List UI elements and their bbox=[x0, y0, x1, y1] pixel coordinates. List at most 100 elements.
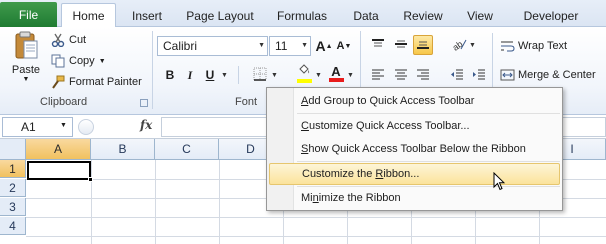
wrap-text-button[interactable]: Wrap Text bbox=[499, 36, 567, 56]
mouse-pointer-icon bbox=[493, 171, 506, 194]
font-color-bar bbox=[328, 77, 344, 82]
tab-view[interactable]: View bbox=[460, 5, 500, 27]
grow-font-icon: A bbox=[315, 38, 326, 54]
tab-review[interactable]: Review bbox=[398, 5, 448, 27]
menu-item-customize-qat[interactable]: Customize Quick Access Toolbar... bbox=[269, 115, 560, 137]
underline-button[interactable]: U bbox=[200, 65, 220, 85]
orientation-button[interactable]: ab bbox=[449, 35, 469, 55]
italic-button[interactable]: I bbox=[180, 65, 200, 85]
underline-dropdown-icon[interactable]: ▼ bbox=[221, 72, 228, 79]
row-header[interactable]: 4 bbox=[0, 217, 26, 235]
fill-color-dropdown-icon[interactable]: ▼ bbox=[315, 72, 322, 79]
paint-bucket-icon bbox=[297, 63, 311, 79]
copy-button[interactable]: Copy ▼ bbox=[50, 52, 106, 70]
menu-item-add-group-to-qat[interactable]: Add Group to Quick Access Toolbar bbox=[269, 90, 560, 112]
increase-indent-button[interactable] bbox=[469, 65, 489, 85]
font-divider bbox=[238, 66, 239, 84]
copy-label: Copy bbox=[69, 55, 95, 67]
decrease-indent-icon bbox=[450, 68, 464, 83]
font-name-value: Calibri bbox=[163, 39, 198, 53]
top-align-button[interactable] bbox=[368, 35, 388, 55]
svg-text:ab: ab bbox=[451, 38, 465, 50]
font-name-dropdown-icon[interactable]: ▼ bbox=[258, 42, 265, 49]
menu-item-label: Minimize the Ribbon bbox=[301, 192, 401, 204]
increase-indent-icon bbox=[472, 68, 486, 83]
cut-label: Cut bbox=[69, 34, 87, 46]
fill-color-bar bbox=[296, 78, 312, 83]
fill-handle[interactable] bbox=[88, 177, 93, 182]
tab-formulas[interactable]: Formulas bbox=[271, 5, 333, 27]
font-size-dropdown-icon[interactable]: ▼ bbox=[301, 42, 308, 49]
menu-item-customize-ribbon[interactable]: Customize the Ribbon... bbox=[269, 163, 560, 185]
insert-function-icon[interactable]: fx bbox=[140, 118, 152, 132]
gridline bbox=[155, 160, 156, 244]
merge-center-icon bbox=[499, 68, 516, 82]
align-right-button[interactable] bbox=[413, 65, 433, 85]
format-painter-button[interactable]: Format Painter bbox=[50, 73, 142, 91]
paintbrush-icon bbox=[50, 75, 66, 89]
merge-center-button[interactable]: Merge & Center bbox=[499, 65, 596, 85]
menu-item-label: Show Quick Access Toolbar Below the Ribb… bbox=[301, 143, 526, 155]
clipboard-dialog-launcher[interactable] bbox=[140, 99, 148, 107]
paste-dropdown-icon[interactable]: ▼ bbox=[23, 76, 30, 83]
gridline bbox=[219, 160, 220, 244]
menu-item-minimize-ribbon[interactable]: Minimize the Ribbon bbox=[269, 187, 560, 209]
align-center-button[interactable] bbox=[391, 65, 411, 85]
row-header[interactable]: 2 bbox=[0, 179, 26, 197]
row-header[interactable]: 1 bbox=[0, 160, 26, 178]
tab-home[interactable]: Home bbox=[61, 3, 116, 28]
select-all-corner[interactable] bbox=[0, 139, 26, 160]
name-box-dropdown-icon[interactable]: ▼ bbox=[60, 122, 67, 129]
merge-center-label: Merge & Center bbox=[518, 69, 596, 81]
menu-item-label: Customize the Ribbon... bbox=[302, 168, 420, 180]
menu-item-show-qat-below[interactable]: Show Quick Access Toolbar Below the Ribb… bbox=[269, 138, 560, 160]
active-cell-a1[interactable] bbox=[27, 161, 91, 180]
fill-color-button[interactable] bbox=[294, 63, 314, 83]
cut-button[interactable]: Cut bbox=[50, 31, 86, 49]
tab-file[interactable]: File bbox=[0, 2, 57, 27]
paste-button[interactable]: Paste ▼ bbox=[8, 31, 44, 91]
align-right-icon bbox=[416, 68, 430, 83]
align-top-icon bbox=[371, 38, 385, 53]
ribbon-tab-bar: File Home Insert Page Layout Formulas Da… bbox=[0, 0, 606, 28]
tab-insert[interactable]: Insert bbox=[122, 5, 172, 27]
scissors-icon bbox=[50, 33, 66, 47]
formula-bar-expand-handle[interactable] bbox=[78, 119, 94, 135]
alignment-divider bbox=[492, 33, 493, 88]
clipboard-group-label: Clipboard bbox=[40, 96, 88, 108]
shrink-font-button[interactable]: A ▼ bbox=[334, 36, 354, 56]
tab-page-layout[interactable]: Page Layout bbox=[181, 5, 259, 27]
font-size-value: 11 bbox=[275, 39, 288, 53]
align-middle-icon bbox=[394, 38, 408, 53]
font-color-dropdown-icon[interactable]: ▼ bbox=[347, 72, 354, 79]
font-group-label: Font bbox=[235, 96, 258, 108]
bold-button[interactable]: B bbox=[160, 65, 180, 85]
decrease-indent-button[interactable] bbox=[447, 65, 467, 85]
font-color-button[interactable]: A bbox=[326, 63, 346, 83]
tab-data[interactable]: Data bbox=[346, 5, 386, 27]
column-header[interactable]: B bbox=[91, 139, 155, 160]
gridline bbox=[26, 236, 606, 237]
tab-developer[interactable]: Developer bbox=[515, 5, 587, 27]
middle-align-button[interactable] bbox=[391, 35, 411, 55]
paste-label: Paste bbox=[11, 64, 41, 76]
copy-icon bbox=[50, 54, 66, 68]
borders-button[interactable] bbox=[250, 65, 270, 85]
wrap-text-label: Wrap Text bbox=[518, 40, 568, 52]
copy-dropdown-icon[interactable]: ▼ bbox=[99, 58, 106, 65]
ribbon-context-menu: Add Group to Quick Access Toolbar Custom… bbox=[266, 87, 563, 211]
font-color-icon: A bbox=[331, 63, 341, 79]
align-left-button[interactable] bbox=[368, 65, 388, 85]
menu-item-label: Add Group to Quick Access Toolbar bbox=[301, 95, 475, 107]
font-size-combo[interactable]: 11 ▼ bbox=[269, 36, 311, 56]
bottom-align-button[interactable] bbox=[413, 35, 433, 55]
grow-font-button[interactable]: A ▲ bbox=[314, 36, 334, 56]
gridline bbox=[91, 160, 92, 244]
wrap-text-icon bbox=[499, 39, 516, 53]
font-name-combo[interactable]: Calibri ▼ bbox=[157, 36, 268, 56]
orientation-dropdown-icon[interactable]: ▼ bbox=[469, 42, 476, 49]
column-header[interactable]: A bbox=[26, 139, 91, 160]
borders-dropdown-icon[interactable]: ▼ bbox=[271, 72, 278, 79]
column-header[interactable]: C bbox=[155, 139, 219, 160]
row-header[interactable]: 3 bbox=[0, 198, 26, 216]
